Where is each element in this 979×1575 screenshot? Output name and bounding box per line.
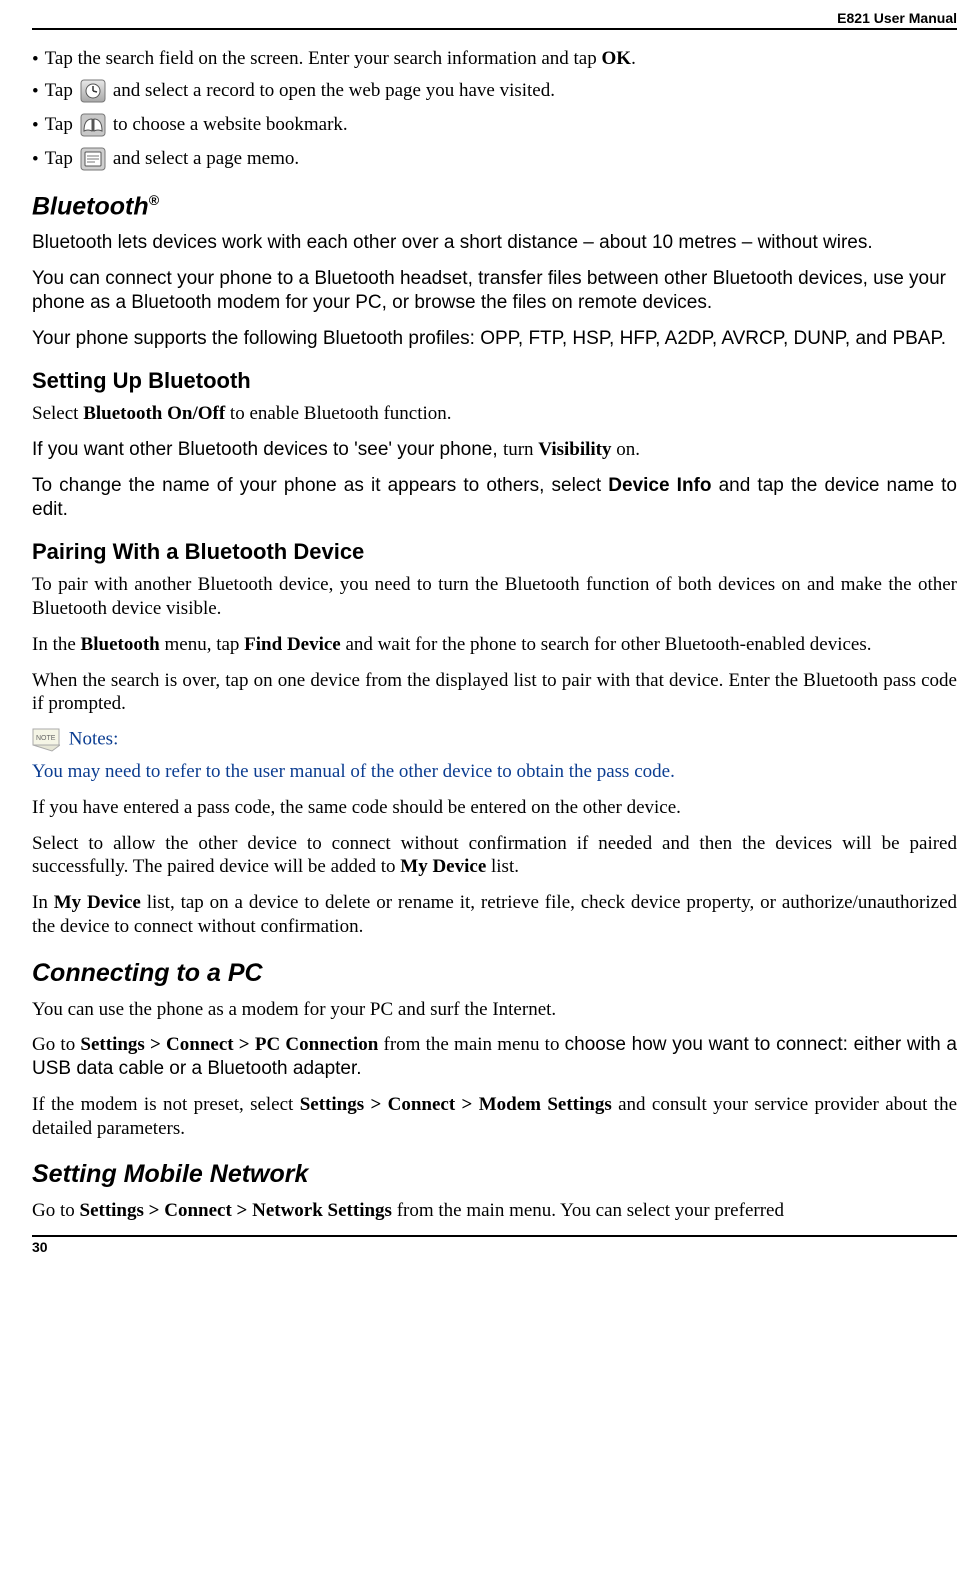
memo-icon	[79, 146, 107, 172]
text: Tap	[45, 114, 73, 136]
bullet-dot-icon: •	[32, 116, 39, 135]
paragraph: In My Device list, tap on a device to de…	[32, 891, 957, 939]
paragraph: If you have entered a pass code, the sam…	[32, 796, 957, 820]
bullet-item: • Tap to choose a website bookmark.	[32, 112, 957, 138]
note-icon: NOTE	[32, 728, 60, 752]
heading-connect-pc: Connecting to a PC	[32, 959, 957, 988]
text: and select a page memo.	[113, 148, 299, 170]
history-icon	[79, 78, 107, 104]
svg-text:NOTE: NOTE	[36, 735, 56, 742]
paragraph: You can use the phone as a modem for you…	[32, 998, 957, 1022]
bullet-text: Tap the search field on the screen. Ente…	[45, 48, 636, 70]
bullet-dot-icon: •	[32, 82, 39, 101]
text: to choose a website bookmark.	[113, 114, 348, 136]
paragraph: Go to Settings > Connect > Network Setti…	[32, 1199, 957, 1223]
paragraph: Your phone supports the following Blueto…	[32, 327, 957, 351]
note-paragraph: You may need to refer to the user manual…	[32, 760, 957, 784]
text-bold: OK	[602, 48, 632, 69]
text: Tap	[45, 80, 73, 102]
heading-bluetooth: Bluetooth®	[32, 192, 957, 221]
paragraph: Go to Settings > Connect > PC Connection…	[32, 1033, 957, 1081]
text: Tap	[45, 148, 73, 170]
paragraph: To change the name of your phone as it a…	[32, 474, 957, 522]
bullet-item: • Tap the search field on the screen. En…	[32, 48, 957, 70]
bullet-dot-icon: •	[32, 50, 39, 69]
notes-label: NOTE Notes:	[32, 728, 957, 752]
paragraph: To pair with another Bluetooth device, y…	[32, 573, 957, 621]
notes-text: Notes:	[69, 728, 119, 749]
paragraph: In the Bluetooth menu, tap Find Device a…	[32, 633, 957, 657]
heading-mobile-network: Setting Mobile Network	[32, 1160, 957, 1189]
heading-setup-bluetooth: Setting Up Bluetooth	[32, 368, 957, 394]
paragraph: Select Bluetooth On/Off to enable Blueto…	[32, 402, 957, 426]
heading-pairing: Pairing With a Bluetooth Device	[32, 539, 957, 565]
bullet-dot-icon: •	[32, 150, 39, 169]
paragraph: Bluetooth lets devices work with each ot…	[32, 231, 957, 255]
paragraph: If you want other Bluetooth devices to '…	[32, 438, 957, 462]
paragraph: Select to allow the other device to conn…	[32, 832, 957, 880]
page: E821 User Manual • Tap the search field …	[0, 0, 979, 1265]
paragraph: When the search is over, tap on one devi…	[32, 669, 957, 717]
doc-footer: 30	[32, 1235, 957, 1255]
text: .	[631, 48, 636, 69]
text: and select a record to open the web page…	[113, 80, 555, 102]
bookmark-icon	[79, 112, 107, 138]
doc-header: E821 User Manual	[32, 10, 957, 30]
text: Tap the search field on the screen. Ente…	[45, 48, 602, 69]
paragraph: If the modem is not preset, select Setti…	[32, 1093, 957, 1141]
paragraph: You can connect your phone to a Bluetoot…	[32, 267, 957, 315]
bullet-item: • Tap and select a record to open the we…	[32, 78, 957, 104]
bullet-item: • Tap and select a page memo.	[32, 146, 957, 172]
